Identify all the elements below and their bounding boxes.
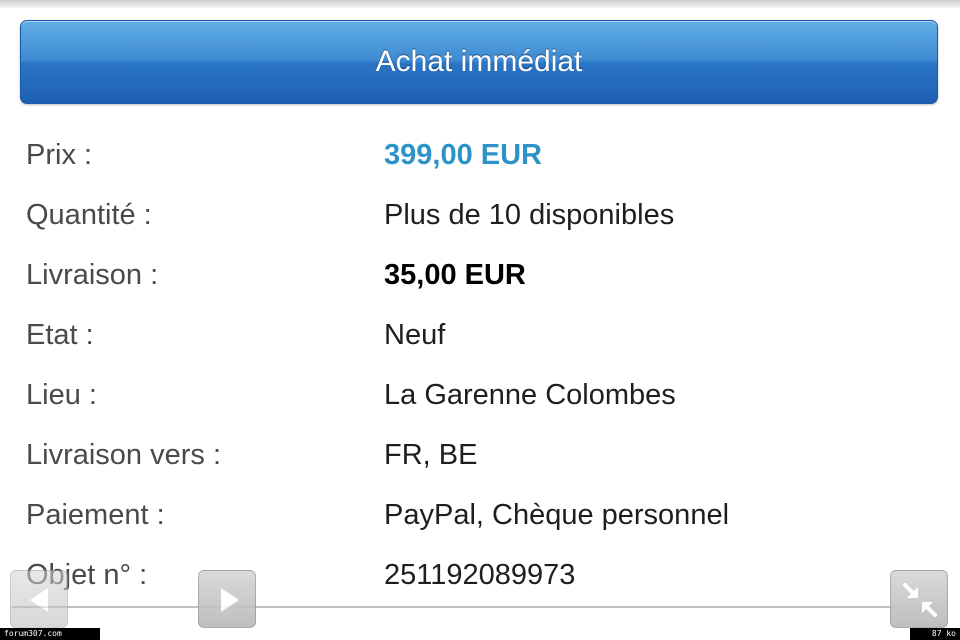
triangle-right-icon [221, 588, 239, 612]
price-value: 399,00 EUR [384, 139, 542, 171]
detail-row-quantity: Quantité : Plus de 10 disponibles [0, 187, 960, 247]
payment-label: Paiement : [26, 499, 165, 531]
watermark-left: forum307.com [0, 628, 100, 640]
detail-row-price: Prix : 399,00 EUR [0, 127, 960, 187]
detail-row-condition: Etat : Neuf [0, 307, 960, 367]
detail-row-item-number: Objet n° : 251192089973 [0, 547, 960, 607]
top-edge [0, 0, 960, 8]
ships-to-value: FR, BE [384, 439, 478, 471]
location-value: La Garenne Colombes [384, 379, 676, 411]
exit-fullscreen-button[interactable] [890, 570, 948, 628]
previous-button[interactable] [10, 570, 68, 628]
ships-to-label: Livraison vers : [26, 439, 222, 471]
viewer-progress-line [12, 606, 896, 608]
quantity-value: Plus de 10 disponibles [384, 199, 675, 231]
condition-value: Neuf [384, 319, 446, 351]
quantity-label: Quantité : [26, 199, 152, 231]
item-details: Prix : 399,00 EUR Quantité : Plus de 10 … [0, 127, 960, 607]
location-label: Lieu : [26, 379, 97, 411]
detail-row-location: Lieu : La Garenne Colombes [0, 367, 960, 427]
buy-now-button[interactable]: Achat immédiat [20, 20, 938, 104]
detail-row-payment: Paiement : PayPal, Chèque personnel [0, 487, 960, 547]
file-size-label: 87 ko [910, 628, 960, 640]
triangle-left-icon [30, 588, 48, 612]
item-number-value: 251192089973 [384, 559, 576, 591]
collapse-arrows-icon [903, 583, 937, 617]
detail-row-shipping: Livraison : 35,00 EUR [0, 247, 960, 307]
shipping-value: 35,00 EUR [384, 259, 526, 291]
condition-label: Etat : [26, 319, 94, 351]
next-button[interactable] [198, 570, 256, 628]
shipping-label: Livraison : [26, 259, 159, 291]
detail-row-ships-to: Livraison vers : FR, BE [0, 427, 960, 487]
payment-value: PayPal, Chèque personnel [384, 499, 730, 531]
price-label: Prix : [26, 139, 93, 171]
